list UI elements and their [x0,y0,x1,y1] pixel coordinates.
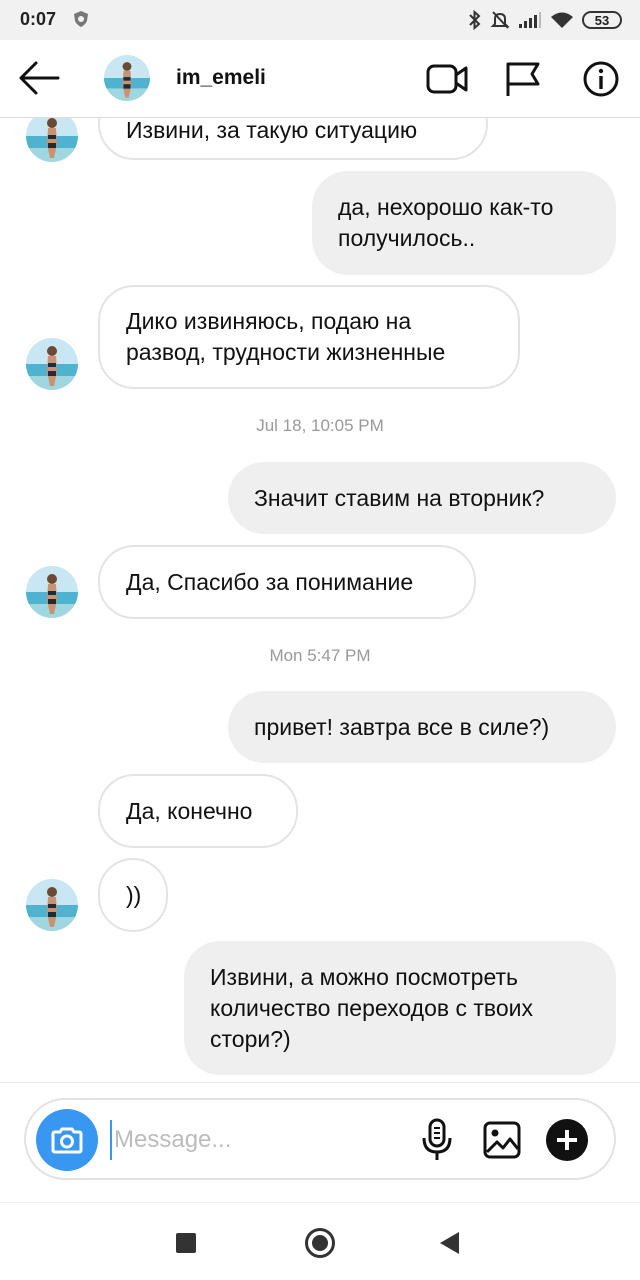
chat-header: im_emeli [0,40,640,118]
avatar[interactable] [26,566,78,618]
timestamp: Mon 5:47 PM [269,646,371,665]
battery-indicator: 53 [582,11,622,29]
message-bubble-incoming[interactable]: Да, Спасибо за понимание [98,545,476,619]
microphone-icon[interactable] [421,1118,453,1162]
timestamp: Jul 18, 10:05 PM [256,416,384,435]
message-text: )) [126,881,142,908]
back-arrow-icon[interactable] [18,60,60,96]
battery-level: 53 [594,12,610,28]
message-text: Да, Спасибо за понимание [126,568,414,595]
message-text: Извини, за такую ситуацию [126,118,418,143]
message-bubble-outgoing[interactable]: Извини, а можно посмотреть количество пе… [184,941,616,1075]
message-text: привет! завтра все в силе?) [254,713,550,740]
composer-area [0,1082,640,1202]
message-bubble-outgoing[interactable]: Значит ставим на вторник? [228,462,616,534]
status-bar: 0:07 53 [0,0,640,40]
avatar[interactable] [26,879,78,931]
home-icon [312,1235,328,1251]
info-icon[interactable] [582,60,620,98]
home-button[interactable] [305,1228,335,1258]
gallery-icon[interactable] [482,1120,522,1160]
bluetooth-icon [469,10,481,30]
signal-icon [519,12,541,28]
message-text-line: развод, трудности жизненные [126,339,446,365]
message-text: Да, конечно [126,797,253,824]
back-button[interactable] [440,1232,459,1254]
message-bubble-outgoing[interactable]: да, нехорошо как-то получилось.. [312,171,616,275]
camera-button[interactable] [36,1109,98,1171]
message-text-line: получилось.. [338,225,476,251]
message-bubble-incoming[interactable]: )) [98,858,168,932]
shield-icon [74,11,88,27]
message-text-line: Извини, а можно посмотреть [210,963,518,990]
message-bubble-incoming[interactable]: Извини, за такую ситуацию [98,118,488,160]
video-call-icon[interactable] [426,62,468,96]
camera-icon [51,1127,83,1154]
add-button[interactable] [546,1119,588,1161]
recents-button[interactable] [176,1233,196,1253]
message-input[interactable] [110,1120,400,1160]
message-bubble-outgoing[interactable]: привет! завтра все в силе?) [228,691,616,763]
message-text-line: Дико извиняюсь, подаю на [126,308,412,334]
chat-username[interactable]: im_emeli [176,66,266,90]
message-composer [24,1098,616,1180]
message-text: Значит ставим на вторник? [254,484,545,511]
avatar[interactable] [26,338,78,390]
message-text-line: стори?) [210,1025,291,1052]
mute-bell-icon [490,11,510,29]
wifi-icon [551,12,573,28]
message-thread[interactable]: Извини, за такую ситуацию да, нехорошо к… [0,118,640,1082]
avatar[interactable] [104,55,150,101]
avatar[interactable] [26,118,78,162]
message-bubble-incoming[interactable]: Дико извиняюсь, подаю на развод, труднос… [98,285,520,389]
status-time: 0:07 [20,9,57,29]
plus-icon [557,1130,577,1150]
flag-icon[interactable] [504,60,542,98]
status-icons: 53 [468,8,622,32]
system-nav-bar [0,1202,640,1280]
message-text-line: количество переходов с твоих [210,994,534,1021]
message-text-line: да, нехорошо как-то [338,194,554,220]
message-bubble-incoming[interactable]: Да, конечно [98,774,298,848]
